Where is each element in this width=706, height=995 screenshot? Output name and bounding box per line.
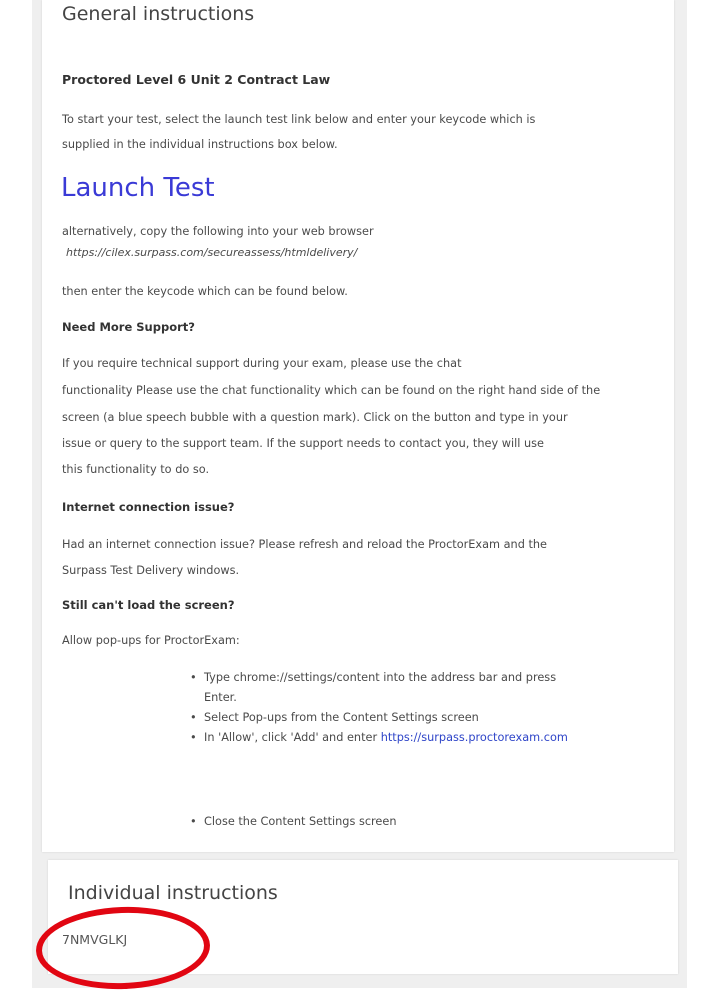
need-support-heading: Need More Support?	[62, 320, 195, 334]
support-text-line-1: If you require technical support during …	[62, 357, 462, 370]
internet-text-line-1: Had an internet connection issue? Please…	[62, 538, 548, 551]
general-instructions-heading: General instructions	[62, 3, 255, 25]
popup-step-2-text: Select Pop-ups from the Content Settings…	[204, 711, 479, 724]
intro-text-line-1: To start your test, select the launch te…	[62, 113, 536, 126]
popup-step-1-text-cont: Enter.	[204, 691, 237, 704]
keycode-hint-text: then enter the keycode which can be foun…	[62, 285, 348, 298]
support-text-line-3: screen (a blue speech bubble with a ques…	[62, 411, 568, 424]
allow-popups-text: Allow pop-ups for ProctorExam:	[62, 634, 240, 647]
alternative-url[interactable]: https://cilex.surpass.com/secureassess/h…	[66, 246, 357, 259]
exam-title: Proctored Level 6 Unit 2 Contract Law	[62, 72, 331, 87]
individual-instructions-heading: Individual instructions	[68, 882, 278, 904]
popup-step-1-text: Type chrome://settings/content into the …	[204, 671, 557, 684]
intro-text-line-2: supplied in the individual instructions …	[62, 138, 338, 151]
internet-issue-heading: Internet connection issue?	[62, 500, 235, 514]
popup-step-item: In 'Allow', click 'Add' and enter https:…	[190, 728, 568, 748]
support-text-line-2: functionality Please use the chat functi…	[62, 384, 601, 397]
popup-step-item: Select Pop-ups from the Content Settings…	[190, 708, 568, 728]
popup-step-item: Type chrome://settings/content into the …	[190, 668, 568, 708]
popup-steps-list-continued: Close the Content Settings screen	[190, 812, 397, 832]
proctorexam-link[interactable]: https://surpass.proctorexam.com	[381, 731, 568, 744]
alternative-text: alternatively, copy the following into y…	[62, 225, 374, 238]
internet-text-line-2: Surpass Test Delivery windows.	[62, 564, 240, 577]
popup-step-item: Close the Content Settings screen	[190, 812, 397, 832]
support-text-line-5: this functionality to do so.	[62, 463, 210, 476]
popup-steps-list: Type chrome://settings/content into the …	[190, 668, 568, 748]
popup-step-4-text: Close the Content Settings screen	[204, 815, 397, 828]
popup-step-3-text: In 'Allow', click 'Add' and enter	[204, 731, 381, 744]
launch-test-link[interactable]: Launch Test	[61, 173, 215, 203]
support-text-line-4: issue or query to the support team. If t…	[62, 437, 544, 450]
load-screen-heading: Still can't load the screen?	[62, 598, 235, 612]
